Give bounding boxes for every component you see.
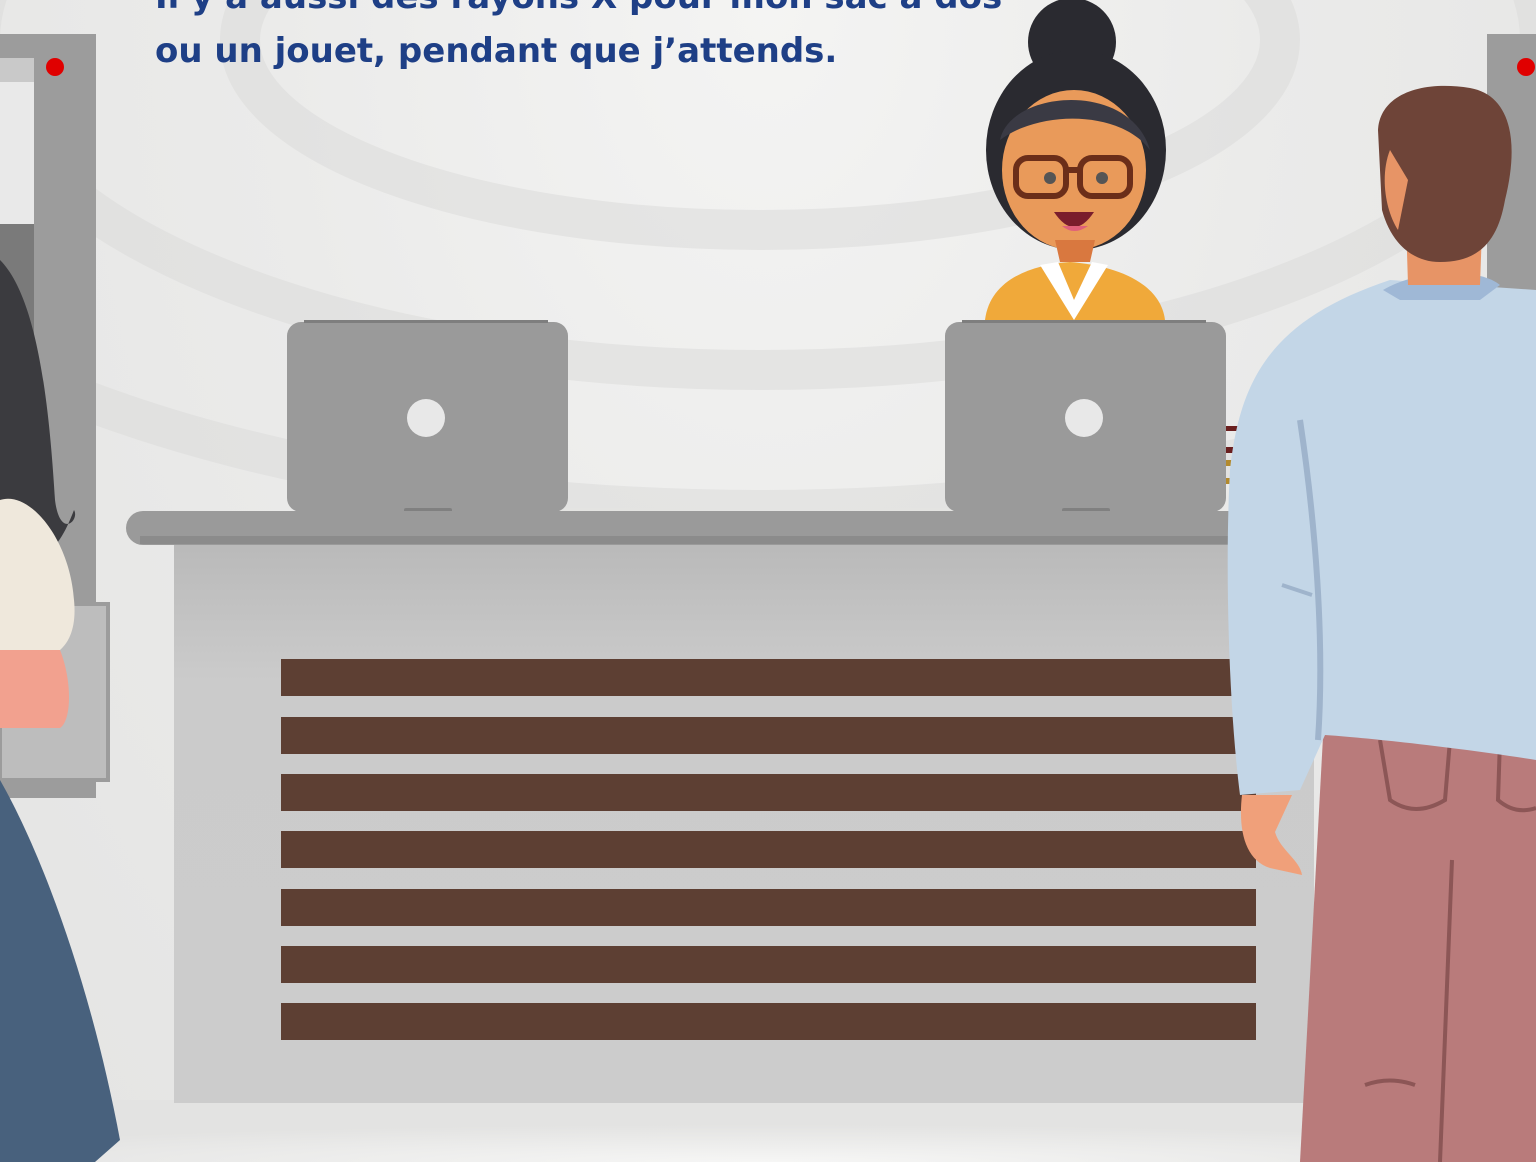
narration-caption: Il y a aussi des rayons X pour mon sac à… [155,0,1002,78]
laptop-icon [1065,399,1103,437]
security-desk [126,511,1314,1103]
caption-line-1: Il y a aussi des rayons X pour mon sac à… [155,0,1002,24]
scanner-light-icon [1517,58,1535,76]
laptop-right [945,320,1226,513]
airport-security-scene: Il y a aussi des rayons X pour mon sac à… [0,0,1536,1162]
security-agent [985,0,1166,320]
scanner-light-icon [46,58,64,76]
laptop-left [287,320,568,513]
laptop-icon [407,399,445,437]
scene-illustration [0,0,1536,1162]
caption-line-2: ou un jouet, pendant que j’attends. [155,31,838,71]
